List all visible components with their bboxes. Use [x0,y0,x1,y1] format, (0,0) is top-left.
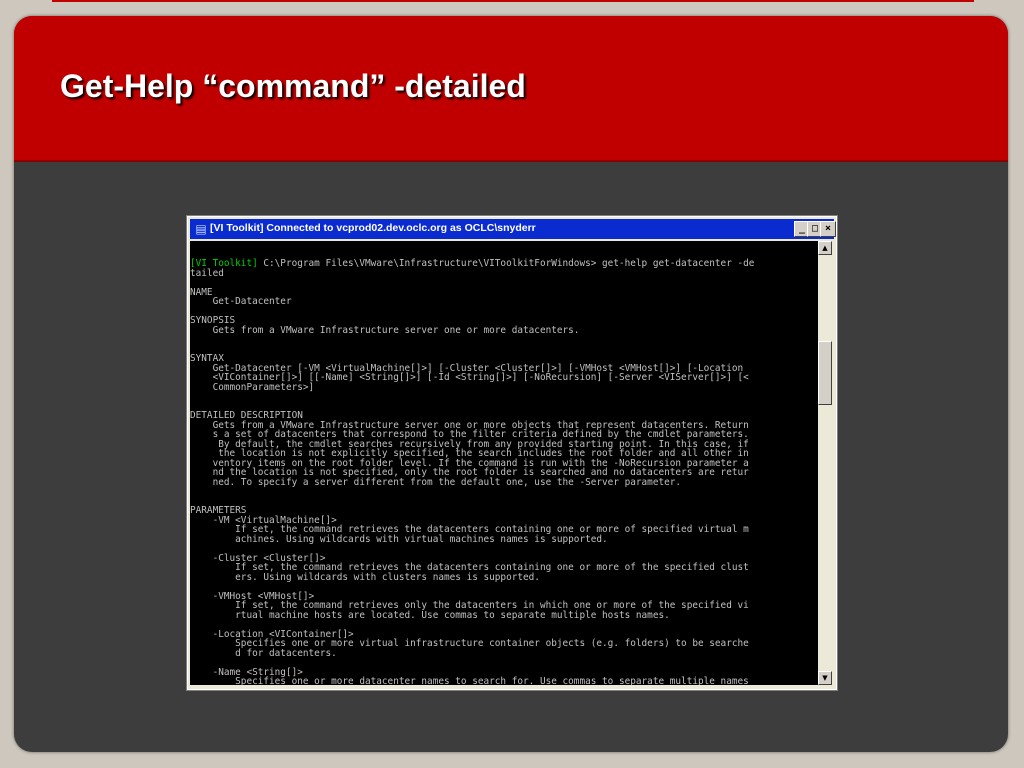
title-band: Get-Help “command” -detailed [14,16,1008,162]
scroll-thumb[interactable] [818,341,832,405]
console-output[interactable]: [VI Toolkit] C:\Program Files\VMware\Inf… [190,241,818,685]
console-text: [VI Toolkit] C:\Program Files\VMware\Inf… [190,241,818,685]
slide-title: Get-Help “command” -detailed [60,68,526,104]
console-line: Get-Datacenter [190,296,292,307]
console-line: Specifies one or more datacenter names t… [190,676,749,685]
close-button[interactable]: × [820,221,836,237]
window-title: [VI Toolkit] Connected to vcprod02.dev.o… [210,222,536,234]
top-accent-line [52,0,974,2]
slide: Get-Help “command” -detailed ▤ [VI Toolk… [14,16,1008,752]
console-window[interactable]: ▤ [VI Toolkit] Connected to vcprod02.dev… [187,216,837,690]
console-line: ers. Using wildcards with clusters names… [190,571,540,583]
console-window-icon[interactable]: ▤ [194,222,208,236]
console-line: Gets from a VMware Infrastructure server… [190,324,580,336]
prompt-command: C:\Program Files\VMware\Infrastructure\V… [257,258,755,269]
window-titlebar[interactable]: ▤ [VI Toolkit] Connected to vcprod02.dev… [190,219,836,239]
console-line: d for datacenters. [190,647,337,659]
console-line: ned. To specify a server different from … [190,476,682,488]
console-line: achines. Using wildcards with virtual ma… [190,533,608,545]
vertical-scrollbar[interactable]: ▲ ▼ [818,241,832,685]
scroll-up-arrow-icon[interactable]: ▲ [818,241,832,255]
console-line: tailed [190,267,224,279]
scroll-down-arrow-icon[interactable]: ▼ [818,671,832,685]
console-line: rtual machine hosts are located. Use com… [190,609,670,621]
console-line: CommonParameters>] [190,381,315,393]
console-lines: tailed NAME Get-Datacenter SYNOPSIS Gets… [190,267,749,685]
